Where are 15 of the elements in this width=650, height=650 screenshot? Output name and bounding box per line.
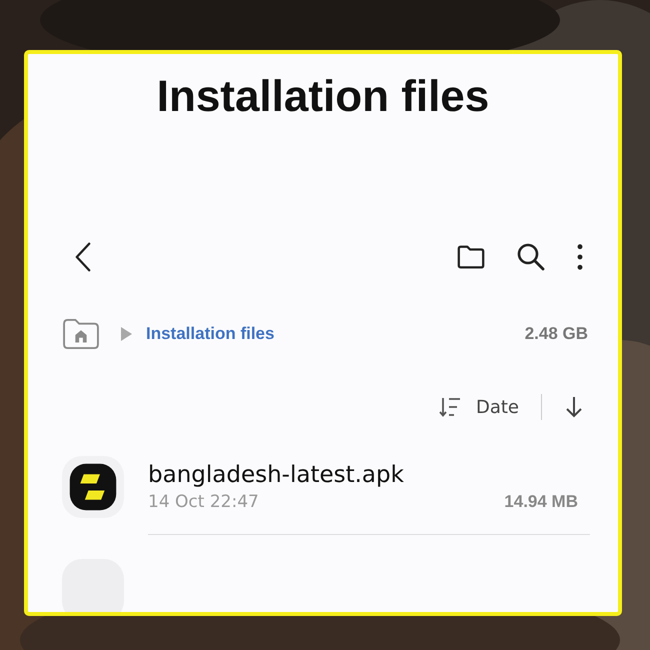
more-icon[interactable] <box>576 243 584 271</box>
breadcrumb-link[interactable]: Installation files <box>146 324 274 344</box>
home-folder-icon[interactable] <box>62 318 100 350</box>
search-icon[interactable] <box>516 242 546 272</box>
chevron-icon <box>120 327 132 341</box>
file-date: 14 Oct 22:47 <box>148 492 259 512</box>
sort-button[interactable]: Date <box>438 396 519 418</box>
file-size: 14.94 MB <box>504 492 578 512</box>
file-name: bangladesh-latest.apk <box>148 462 405 488</box>
storage-size: 2.48 GB <box>524 324 588 344</box>
file-row[interactable]: bangladesh-latest.apk 14 Oct 22:47 14.94 MB <box>62 456 578 518</box>
sort-icon <box>438 396 462 418</box>
arrow-down-icon[interactable] <box>564 396 584 418</box>
page-title: Installation files <box>156 72 490 122</box>
back-icon[interactable] <box>74 242 92 272</box>
